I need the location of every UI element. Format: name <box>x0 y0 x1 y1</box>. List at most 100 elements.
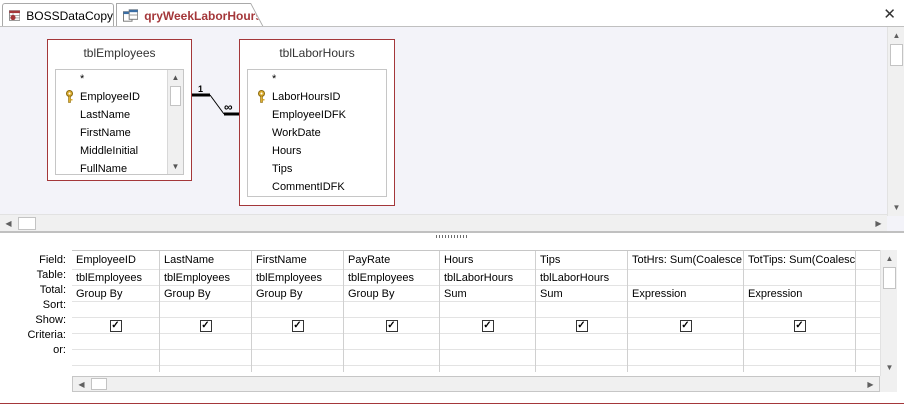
scroll-down-icon[interactable]: ▼ <box>888 199 904 216</box>
field-cell[interactable]: Tips <box>536 251 627 270</box>
field-cell[interactable]: TotHrs: Sum(Coalesce <box>628 251 743 270</box>
field-item[interactable]: WorkDate <box>248 124 386 142</box>
table-cell[interactable] <box>856 270 880 286</box>
show-checkbox[interactable]: ✓ <box>679 319 692 332</box>
total-cell[interactable] <box>856 286 880 302</box>
criteria-cell[interactable] <box>744 334 855 350</box>
scroll-thumb[interactable] <box>170 86 181 106</box>
grid-column[interactable]: LastName tblEmployees Group By ✓ <box>160 251 252 372</box>
field-item[interactable]: * <box>248 70 386 88</box>
field-cell[interactable]: EmployeeID <box>72 251 159 270</box>
scroll-up-icon[interactable]: ▲ <box>888 27 904 44</box>
field-cell[interactable]: TotTips: Sum(Coalesce <box>744 251 855 270</box>
total-cell[interactable]: Group By <box>160 286 251 302</box>
criteria-cell[interactable] <box>344 334 439 350</box>
scroll-thumb[interactable] <box>883 267 896 289</box>
show-checkbox[interactable]: ✓ <box>575 319 588 332</box>
field-item[interactable]: EmployeeIDFK <box>248 106 386 124</box>
sort-cell[interactable] <box>856 302 880 318</box>
total-cell[interactable]: Sum <box>440 286 535 302</box>
table-cell[interactable]: tblEmployees <box>252 270 343 286</box>
or-cell[interactable] <box>252 350 343 366</box>
or-cell[interactable] <box>344 350 439 366</box>
field-item[interactable]: FullName <box>56 160 183 174</box>
design-surface-horizontal-scrollbar[interactable]: ◀ ▶ <box>0 214 887 231</box>
or-cell[interactable] <box>744 350 855 366</box>
field-cell[interactable]: FirstName <box>252 251 343 270</box>
field-item[interactable]: CommentIDFK <box>248 178 386 196</box>
total-cell[interactable]: Expression <box>744 286 855 302</box>
relationship-join-line[interactable]: 1 ∞ <box>190 82 242 122</box>
table-cell[interactable]: tblEmployees <box>160 270 251 286</box>
sort-cell[interactable] <box>440 302 535 318</box>
scroll-thumb[interactable] <box>18 217 36 230</box>
sort-cell[interactable] <box>628 302 743 318</box>
scroll-up-icon[interactable]: ▲ <box>168 70 183 85</box>
table-cell[interactable] <box>628 270 743 286</box>
grid-horizontal-scrollbar[interactable]: ◀ ▶ <box>72 376 880 392</box>
sort-cell[interactable] <box>344 302 439 318</box>
scroll-thumb[interactable] <box>91 378 107 390</box>
field-item[interactable]: Hours <box>248 142 386 160</box>
field-cell[interactable]: Hours <box>440 251 535 270</box>
field-item[interactable]: * <box>56 70 183 88</box>
show-checkbox[interactable]: ✓ <box>793 319 806 332</box>
criteria-cell[interactable] <box>160 334 251 350</box>
sort-cell[interactable] <box>744 302 855 318</box>
scroll-up-icon[interactable]: ▲ <box>881 250 898 267</box>
scroll-right-icon[interactable]: ▶ <box>870 215 887 232</box>
tab-bossdatacopy[interactable]: BOSSDataCopy <box>2 3 114 27</box>
grid-column[interactable]: Tips tblLaborHours Sum ✓ <box>536 251 628 372</box>
grid-column[interactable]: TotTips: Sum(Coalesce Expression ✓ <box>744 251 856 372</box>
show-checkbox[interactable]: ✓ <box>385 319 398 332</box>
criteria-cell[interactable] <box>72 334 159 350</box>
field-cell[interactable]: LastName <box>160 251 251 270</box>
grid-column[interactable] <box>856 251 880 372</box>
show-checkbox[interactable]: ✓ <box>109 319 122 332</box>
grid-vertical-scrollbar[interactable]: ▲ ▼ <box>880 250 897 376</box>
field-item[interactable]: MiddleInitial <box>56 142 183 160</box>
or-cell[interactable] <box>72 350 159 366</box>
grid-column[interactable]: PayRate tblEmployees Group By ✓ <box>344 251 440 372</box>
scroll-thumb[interactable] <box>890 44 903 66</box>
grid-column[interactable]: Hours tblLaborHours Sum ✓ <box>440 251 536 372</box>
scroll-left-icon[interactable]: ◀ <box>0 215 17 232</box>
criteria-cell[interactable] <box>536 334 627 350</box>
scroll-down-icon[interactable]: ▼ <box>168 159 183 174</box>
sort-cell[interactable] <box>252 302 343 318</box>
grid-column[interactable]: FirstName tblEmployees Group By ✓ <box>252 251 344 372</box>
criteria-cell[interactable] <box>440 334 535 350</box>
field-item[interactable]: LastName <box>56 106 183 124</box>
table-design-surface[interactable]: tblEmployees * EmployeeID LastName First… <box>0 26 904 232</box>
total-cell[interactable]: Group By <box>252 286 343 302</box>
table-title[interactable]: tblEmployees <box>48 40 191 66</box>
criteria-cell[interactable] <box>628 334 743 350</box>
or-cell[interactable] <box>440 350 535 366</box>
total-cell[interactable]: Group By <box>344 286 439 302</box>
or-cell[interactable] <box>628 350 743 366</box>
design-surface-vertical-scrollbar[interactable]: ▲ ▼ <box>887 27 904 216</box>
close-icon[interactable]: ✕ <box>883 5 896 23</box>
criteria-cell[interactable] <box>252 334 343 350</box>
or-cell[interactable] <box>536 350 627 366</box>
table-cell[interactable]: tblEmployees <box>344 270 439 286</box>
field-item[interactable]: LaborHoursID <box>248 88 386 106</box>
table-cell[interactable] <box>744 270 855 286</box>
sort-cell[interactable] <box>536 302 627 318</box>
criteria-cell[interactable] <box>856 334 880 350</box>
field-cell[interactable] <box>856 251 880 270</box>
splitter-grip-icon[interactable] <box>436 235 468 238</box>
grid-column[interactable]: EmployeeID tblEmployees Group By ✓ <box>72 251 160 372</box>
show-checkbox[interactable]: ✓ <box>291 319 304 332</box>
or-cell[interactable] <box>160 350 251 366</box>
table-cell[interactable]: tblEmployees <box>72 270 159 286</box>
show-checkbox[interactable]: ✓ <box>199 319 212 332</box>
field-item[interactable]: Tips <box>248 160 386 178</box>
scroll-right-icon[interactable]: ▶ <box>862 376 879 393</box>
or-cell[interactable] <box>856 350 880 366</box>
grid-column[interactable]: TotHrs: Sum(Coalesce Expression ✓ <box>628 251 744 372</box>
sort-cell[interactable] <box>72 302 159 318</box>
total-cell[interactable]: Expression <box>628 286 743 302</box>
total-cell[interactable]: Group By <box>72 286 159 302</box>
table-cell[interactable]: tblLaborHours <box>440 270 535 286</box>
